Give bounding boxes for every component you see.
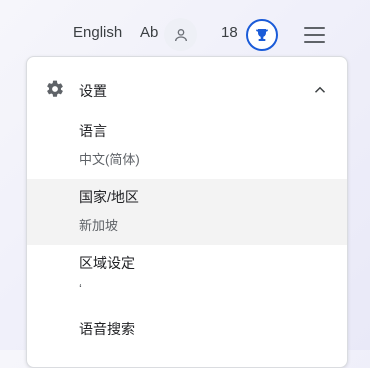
setting-label: 语音搜索 xyxy=(79,321,135,337)
settings-title: 设置 xyxy=(79,83,107,99)
setting-label: 区域设定 xyxy=(79,255,135,271)
setting-value: 新加坡 xyxy=(79,218,119,233)
setting-item-language[interactable]: 语言 中文(简体) xyxy=(27,113,347,179)
font-size-link[interactable]: Ab xyxy=(140,24,158,41)
setting-label: 国家/地区 xyxy=(79,189,139,205)
language-link[interactable]: English xyxy=(73,24,122,41)
settings-panel: 设置 语言 中文(简体) 国家/地区 新加坡 区域设定 ‘ 语音搜索 xyxy=(26,56,348,368)
gear-icon xyxy=(47,80,63,97)
chevron-up-icon[interactable] xyxy=(311,81,329,99)
setting-value: ‘ xyxy=(79,281,82,296)
setting-value: 中文(简体) xyxy=(79,152,140,167)
setting-item-country-region[interactable]: 国家/地区 新加坡 xyxy=(27,179,347,245)
setting-label: 语言 xyxy=(79,123,107,139)
settings-header[interactable]: 设置 xyxy=(27,57,347,121)
trophy-icon xyxy=(256,29,268,41)
menu-button[interactable] xyxy=(300,22,328,48)
setting-item-voice-search[interactable]: 语音搜索 xyxy=(27,311,347,367)
avatar-button[interactable] xyxy=(164,18,197,51)
hamburger-menu-icon xyxy=(304,27,325,29)
trophy-button[interactable] xyxy=(246,19,278,51)
setting-item-locale[interactable]: 区域设定 ‘ xyxy=(27,245,347,311)
person-icon xyxy=(174,28,187,41)
points-count: 18 xyxy=(221,24,238,41)
